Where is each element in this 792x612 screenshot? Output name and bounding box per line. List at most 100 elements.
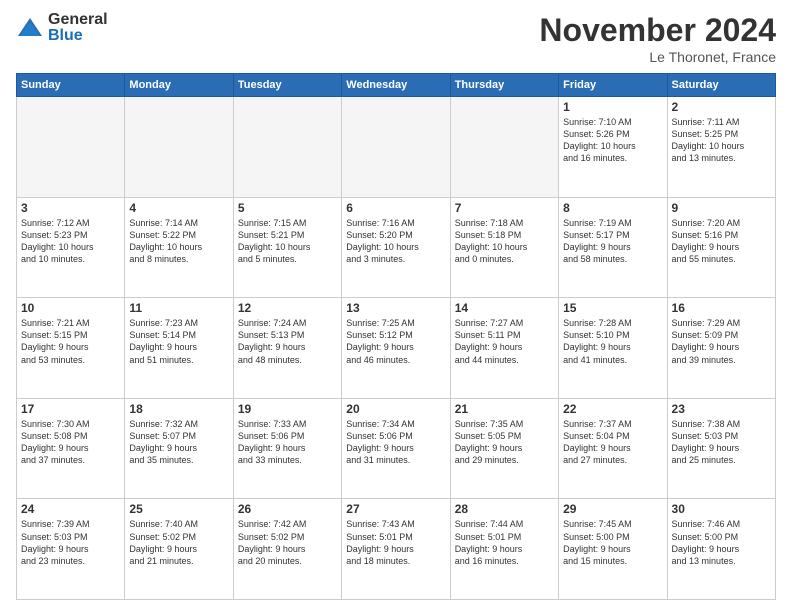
- day-info: Sunrise: 7:35 AM Sunset: 5:05 PM Dayligh…: [455, 418, 554, 467]
- day-number: 15: [563, 301, 662, 315]
- day-number: 14: [455, 301, 554, 315]
- day-info: Sunrise: 7:32 AM Sunset: 5:07 PM Dayligh…: [129, 418, 228, 467]
- day-number: 7: [455, 201, 554, 215]
- calendar-cell: 7 Sunrise: 7:18 AM Sunset: 5:18 PM Daylig…: [450, 197, 558, 298]
- weekday-row: SundayMondayTuesdayWednesdayThursdayFrid…: [17, 74, 776, 97]
- calendar-cell: 6Sunrise: 7:16 AM Sunset: 5:20 PM Daylig…: [342, 197, 450, 298]
- day-info: Sunrise: 7:23 AM Sunset: 5:14 PM Dayligh…: [129, 317, 228, 366]
- day-number: 30: [672, 502, 771, 516]
- calendar-cell: 24 Sunrise: 7:39 AM Sunset: 5:03 PM Dayli…: [17, 499, 125, 600]
- calendar-cell: 23Sunrise: 7:38 AM Sunset: 5:03 PM Dayli…: [667, 398, 775, 499]
- calendar-cell: [125, 97, 233, 198]
- day-number: 11: [129, 301, 228, 315]
- day-info: Sunrise: 7:44 AM Sunset: 5:01 PM Dayligh…: [455, 518, 554, 567]
- calendar-cell: 18 Sunrise: 7:32 AM Sunset: 5:07 PM Dayli…: [125, 398, 233, 499]
- calendar-cell: 13Sunrise: 7:25 AM Sunset: 5:12 PM Dayli…: [342, 298, 450, 399]
- title-block: November 2024 Le Thoronet, France: [539, 12, 776, 65]
- page: General Blue November 2024 Le Thoronet, …: [0, 0, 792, 612]
- week-row-4: 24 Sunrise: 7:39 AM Sunset: 5:03 PM Dayli…: [17, 499, 776, 600]
- calendar-cell: 11 Sunrise: 7:23 AM Sunset: 5:14 PM Dayli…: [125, 298, 233, 399]
- day-info: Sunrise: 7:33 AM Sunset: 5:06 PM Dayligh…: [238, 418, 337, 467]
- calendar-cell: [342, 97, 450, 198]
- day-number: 16: [672, 301, 771, 315]
- day-info: Sunrise: 7:18 AM Sunset: 5:18 PM Dayligh…: [455, 217, 554, 266]
- day-info: Sunrise: 7:19 AM Sunset: 5:17 PM Dayligh…: [563, 217, 662, 266]
- calendar: SundayMondayTuesdayWednesdayThursdayFrid…: [16, 73, 776, 600]
- calendar-cell: 14 Sunrise: 7:27 AM Sunset: 5:11 PM Dayli…: [450, 298, 558, 399]
- calendar-cell: [17, 97, 125, 198]
- week-row-0: 1Sunrise: 7:10 AM Sunset: 5:26 PM Daylig…: [17, 97, 776, 198]
- week-row-1: 3Sunrise: 7:12 AM Sunset: 5:23 PM Daylig…: [17, 197, 776, 298]
- location: Le Thoronet, France: [539, 49, 776, 65]
- day-number: 4: [129, 201, 228, 215]
- day-info: Sunrise: 7:25 AM Sunset: 5:12 PM Dayligh…: [346, 317, 445, 366]
- weekday-header-tuesday: Tuesday: [233, 74, 341, 97]
- calendar-cell: 16 Sunrise: 7:29 AM Sunset: 5:09 PM Dayli…: [667, 298, 775, 399]
- logo-text: General Blue: [48, 12, 108, 44]
- day-number: 25: [129, 502, 228, 516]
- calendar-cell: 5 Sunrise: 7:15 AM Sunset: 5:21 PM Daylig…: [233, 197, 341, 298]
- day-info: Sunrise: 7:45 AM Sunset: 5:00 PM Dayligh…: [563, 518, 662, 567]
- calendar-cell: [233, 97, 341, 198]
- calendar-cell: 19 Sunrise: 7:33 AM Sunset: 5:06 PM Dayli…: [233, 398, 341, 499]
- day-number: 10: [21, 301, 120, 315]
- calendar-cell: 20Sunrise: 7:34 AM Sunset: 5:06 PM Dayli…: [342, 398, 450, 499]
- day-number: 29: [563, 502, 662, 516]
- day-info: Sunrise: 7:42 AM Sunset: 5:02 PM Dayligh…: [238, 518, 337, 567]
- week-row-2: 10 Sunrise: 7:21 AM Sunset: 5:15 PM Dayli…: [17, 298, 776, 399]
- day-number: 24: [21, 502, 120, 516]
- logo-blue: Blue: [48, 28, 108, 44]
- day-number: 27: [346, 502, 445, 516]
- calendar-cell: 25 Sunrise: 7:40 AM Sunset: 5:02 PM Dayli…: [125, 499, 233, 600]
- header: General Blue November 2024 Le Thoronet, …: [16, 12, 776, 65]
- day-info: Sunrise: 7:14 AM Sunset: 5:22 PM Dayligh…: [129, 217, 228, 266]
- day-number: 5: [238, 201, 337, 215]
- day-info: Sunrise: 7:40 AM Sunset: 5:02 PM Dayligh…: [129, 518, 228, 567]
- day-number: 28: [455, 502, 554, 516]
- day-number: 2: [672, 100, 771, 114]
- weekday-header-thursday: Thursday: [450, 74, 558, 97]
- calendar-cell: 2Sunrise: 7:11 AM Sunset: 5:25 PM Daylig…: [667, 97, 775, 198]
- day-number: 23: [672, 402, 771, 416]
- day-number: 9: [672, 201, 771, 215]
- calendar-cell: 1Sunrise: 7:10 AM Sunset: 5:26 PM Daylig…: [559, 97, 667, 198]
- calendar-cell: 29 Sunrise: 7:45 AM Sunset: 5:00 PM Dayli…: [559, 499, 667, 600]
- day-info: Sunrise: 7:39 AM Sunset: 5:03 PM Dayligh…: [21, 518, 120, 567]
- day-info: Sunrise: 7:29 AM Sunset: 5:09 PM Dayligh…: [672, 317, 771, 366]
- calendar-cell: 26 Sunrise: 7:42 AM Sunset: 5:02 PM Dayli…: [233, 499, 341, 600]
- day-number: 19: [238, 402, 337, 416]
- day-info: Sunrise: 7:24 AM Sunset: 5:13 PM Dayligh…: [238, 317, 337, 366]
- calendar-cell: 17Sunrise: 7:30 AM Sunset: 5:08 PM Dayli…: [17, 398, 125, 499]
- month-title: November 2024: [539, 12, 776, 49]
- calendar-cell: 28 Sunrise: 7:44 AM Sunset: 5:01 PM Dayli…: [450, 499, 558, 600]
- day-number: 21: [455, 402, 554, 416]
- day-info: Sunrise: 7:10 AM Sunset: 5:26 PM Dayligh…: [563, 116, 662, 165]
- day-number: 12: [238, 301, 337, 315]
- weekday-header-friday: Friday: [559, 74, 667, 97]
- calendar-cell: 4 Sunrise: 7:14 AM Sunset: 5:22 PM Daylig…: [125, 197, 233, 298]
- logo-general: General: [48, 12, 108, 28]
- day-info: Sunrise: 7:46 AM Sunset: 5:00 PM Dayligh…: [672, 518, 771, 567]
- day-info: Sunrise: 7:28 AM Sunset: 5:10 PM Dayligh…: [563, 317, 662, 366]
- day-info: Sunrise: 7:21 AM Sunset: 5:15 PM Dayligh…: [21, 317, 120, 366]
- day-info: Sunrise: 7:16 AM Sunset: 5:20 PM Dayligh…: [346, 217, 445, 266]
- day-info: Sunrise: 7:43 AM Sunset: 5:01 PM Dayligh…: [346, 518, 445, 567]
- day-info: Sunrise: 7:27 AM Sunset: 5:11 PM Dayligh…: [455, 317, 554, 366]
- weekday-header-saturday: Saturday: [667, 74, 775, 97]
- calendar-cell: 22Sunrise: 7:37 AM Sunset: 5:04 PM Dayli…: [559, 398, 667, 499]
- calendar-body: 1Sunrise: 7:10 AM Sunset: 5:26 PM Daylig…: [17, 97, 776, 600]
- weekday-header-sunday: Sunday: [17, 74, 125, 97]
- day-info: Sunrise: 7:12 AM Sunset: 5:23 PM Dayligh…: [21, 217, 120, 266]
- day-info: Sunrise: 7:15 AM Sunset: 5:21 PM Dayligh…: [238, 217, 337, 266]
- calendar-header: SundayMondayTuesdayWednesdayThursdayFrid…: [17, 74, 776, 97]
- day-info: Sunrise: 7:37 AM Sunset: 5:04 PM Dayligh…: [563, 418, 662, 467]
- week-row-3: 17Sunrise: 7:30 AM Sunset: 5:08 PM Dayli…: [17, 398, 776, 499]
- day-number: 26: [238, 502, 337, 516]
- calendar-cell: 30 Sunrise: 7:46 AM Sunset: 5:00 PM Dayli…: [667, 499, 775, 600]
- day-info: Sunrise: 7:30 AM Sunset: 5:08 PM Dayligh…: [21, 418, 120, 467]
- weekday-header-wednesday: Wednesday: [342, 74, 450, 97]
- day-number: 8: [563, 201, 662, 215]
- day-number: 18: [129, 402, 228, 416]
- calendar-cell: 10 Sunrise: 7:21 AM Sunset: 5:15 PM Dayli…: [17, 298, 125, 399]
- calendar-cell: 12 Sunrise: 7:24 AM Sunset: 5:13 PM Dayli…: [233, 298, 341, 399]
